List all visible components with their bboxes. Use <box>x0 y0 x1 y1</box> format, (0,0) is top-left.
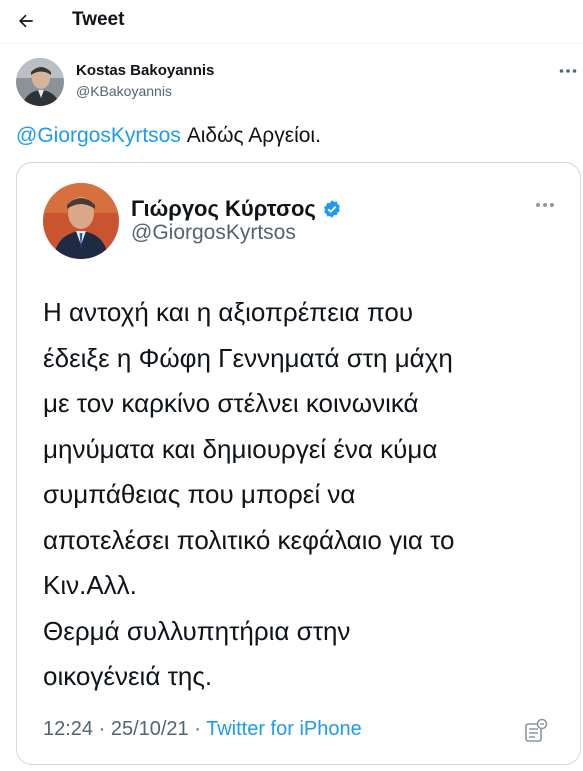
quoted-body-line: οικογένειά της. <box>43 661 213 691</box>
quoted-source-link[interactable]: Twitter for iPhone <box>206 718 362 740</box>
tweet-text: @GiorgosKyrtsos Αιδώς Αργείοι. <box>16 122 321 150</box>
quoted-body-line: Θερμά συλλυπητήρια στην <box>43 615 351 646</box>
tweet-body: Αιδώς Αργείοι. <box>186 124 321 147</box>
quoted-more-options-button[interactable] <box>531 195 559 215</box>
top-bar: Tweet <box>0 0 583 44</box>
quoted-body-line: μηνύματα και δημιουργεί ένα κύμα <box>43 433 438 464</box>
quoted-body-line: έδειξε η Φώφη Γεννηματά στη μάχη <box>43 342 453 373</box>
quoted-author-handle[interactable]: @GiorgosKyrtsos <box>131 221 296 245</box>
quoted-timestamp[interactable]: 12:24 · 25/10/21 · <box>43 718 206 740</box>
more-horizontal-icon <box>559 69 577 73</box>
analytics-icon <box>525 718 548 742</box>
quoted-body-line: αποτελέσει πολιτικό κεφάλαιο για το <box>43 524 455 555</box>
quoted-author-avatar[interactable] <box>43 183 119 259</box>
mention-link[interactable]: @GiorgosKyrtsos <box>16 124 181 147</box>
author-handle[interactable]: @KBakoyannis <box>76 83 172 99</box>
quoted-tweet-meta: 12:24 · 25/10/21 · Twitter for iPhone <box>43 718 362 741</box>
quoted-body-line: συμπάθειας που μπορεί να <box>43 479 356 509</box>
quoted-author-name[interactable]: Γιώργος Κύρτσος <box>131 196 316 222</box>
quoted-author-name-row[interactable]: Γιώργος Κύρτσος <box>131 196 342 222</box>
analytics-button[interactable] <box>524 718 548 744</box>
quoted-tweet-body: Η αντοχή και η αξιοπρέπεια που έδειξε η … <box>43 290 573 700</box>
page-title: Tweet <box>72 9 125 30</box>
verified-badge-icon <box>324 200 340 218</box>
author-avatar[interactable] <box>16 58 64 106</box>
back-button[interactable] <box>10 6 42 36</box>
more-horizontal-icon <box>536 203 554 207</box>
quoted-body-line: με τον καρκίνο στέλνει κοινωνικά <box>43 388 419 418</box>
quoted-tweet-card[interactable]: Γιώργος Κύρτσος @GiorgosKyrtsos Η αντοχή… <box>16 162 581 765</box>
author-name[interactable]: Kostas Bakoyannis <box>76 62 214 79</box>
quoted-body-line: Η αντοχή και η αξιοπρέπεια που <box>43 297 414 327</box>
more-options-button[interactable] <box>556 60 580 82</box>
quoted-body-line: Κιν.Αλλ. <box>43 570 137 600</box>
arrow-left-icon <box>19 14 33 28</box>
